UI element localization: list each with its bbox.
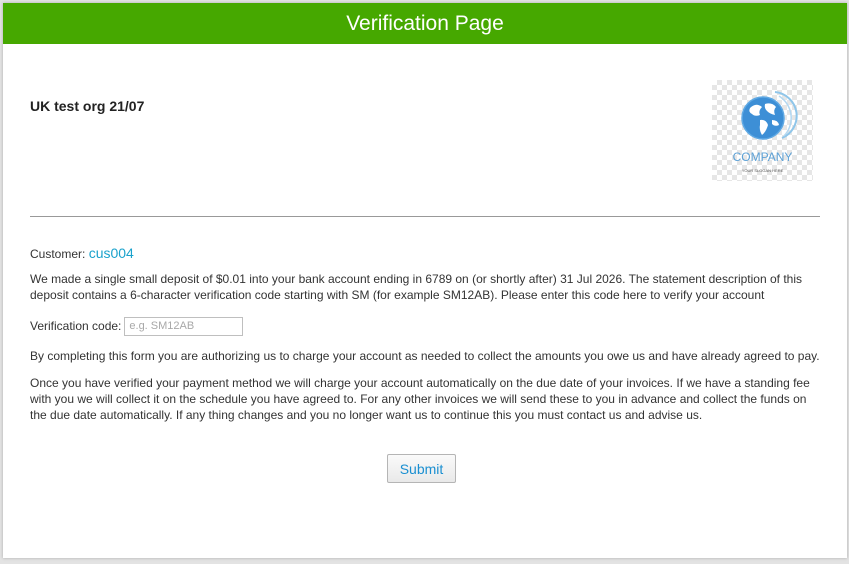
authorization-message: By completing this form you are authoriz… [30,349,820,363]
deposit-message: We made a single small deposit of $0.01 … [30,272,803,302]
customer-id: cus004 [88,245,134,261]
globe-logo-icon [741,91,798,140]
submit-button[interactable]: Submit [387,454,456,483]
page-header: Verification Page [3,3,847,44]
customer-line: Customer: cus004 [30,245,820,262]
customer-label: Customer: [30,247,86,261]
page-title: Verification Page [346,12,504,35]
verification-content: Customer: cus004 We made a single small … [30,245,820,434]
schedule-message: Once you have verified your payment meth… [30,376,810,422]
divider [30,216,820,217]
verification-code-row: Verification code: [30,314,820,338]
verification-code-label: Verification code: [30,319,122,333]
company-logo: COMPANY YOUR SLOGAN HERE [712,80,813,181]
logo-text: COMPANY [732,150,793,164]
verification-code-input[interactable] [124,316,244,336]
org-name: UK test org 21/07 [30,98,145,114]
logo-tagline: YOUR SLOGAN HERE [741,168,784,173]
verification-page: Verification Page UK test org 21/07 COMP… [3,3,847,558]
